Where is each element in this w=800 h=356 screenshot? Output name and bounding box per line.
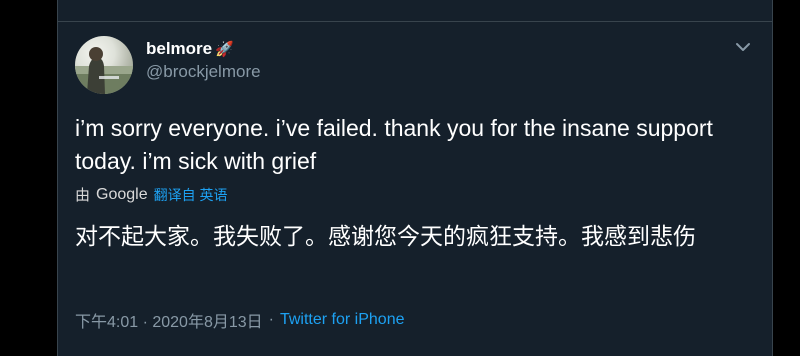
google-logo: Google <box>96 185 148 203</box>
translation-attribution: 由 Google 翻译自 英语 <box>75 184 228 205</box>
source-label[interactable]: Twitter for iPhone <box>280 311 405 329</box>
author-name-text: belmore <box>146 39 213 58</box>
tweet-text: i’m sorry everyone. i’ve failed. thank y… <box>75 115 713 174</box>
divider <box>58 21 772 22</box>
translated-from-link[interactable]: 翻译自 英语 <box>154 185 228 205</box>
avatar[interactable] <box>75 36 133 94</box>
translated-text: 对不起大家。我失败了。感谢您今天的疯狂支持。我感到悲伤 <box>75 223 696 249</box>
chevron-down-icon[interactable] <box>732 36 754 58</box>
tweet-meta: 下午4:01 · 2020年8月13日 · Twitter for iPhone <box>75 308 404 332</box>
author-handle[interactable]: @brockjelmore <box>146 62 261 82</box>
tweet-card: 报道 belmore 🚀 @brockjelmore i’m sorry eve… <box>57 0 773 356</box>
rocket-emoji-icon: 🚀 <box>215 41 234 58</box>
avatar-photo <box>75 47 133 94</box>
author-name[interactable]: belmore 🚀 <box>146 39 234 59</box>
timestamp[interactable]: 下午4:01 · 2020年8月13日 <box>75 308 263 332</box>
translation-by-label: 由 <box>75 187 91 204</box>
meta-separator: · <box>268 311 274 328</box>
